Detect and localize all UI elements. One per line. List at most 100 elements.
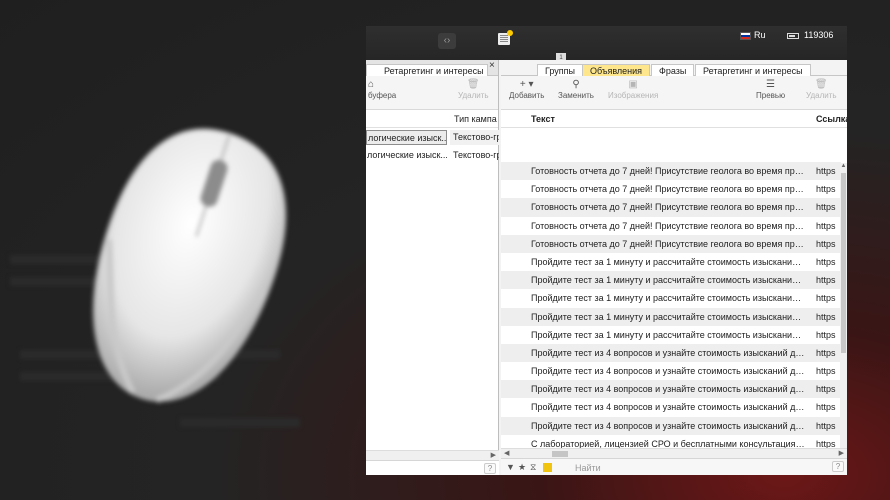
ad-text-cell[interactable]: Готовность отчета до 7 дней! Присутствие…: [531, 235, 806, 253]
table-row[interactable]: Готовность отчета до 7 дней! Присутствие…: [501, 180, 841, 198]
ad-text-cell[interactable]: Пройдите тест за 1 минуту и рассчитайте …: [531, 289, 806, 307]
scroll-right-icon[interactable]: ▶: [839, 449, 844, 457]
blurred-line: [180, 418, 300, 427]
ad-link-cell[interactable]: https: [816, 362, 840, 380]
ad-link-cell[interactable]: https: [816, 344, 840, 362]
right-search-bar: ▼ ★ ⧖ ?: [501, 458, 847, 475]
table-row[interactable]: Пройдите тест за 1 минуту и рассчитайте …: [501, 289, 841, 307]
scroll-left-icon[interactable]: ◀: [504, 449, 509, 457]
ad-text-cell[interactable]: Пройдите тест за 1 минуту и рассчитайте …: [531, 326, 806, 344]
right-pane: Группы Объявления Фразы Ретаргетинг и ин…: [501, 60, 847, 475]
ad-link-cell[interactable]: https: [816, 198, 840, 216]
left-search-bar[interactable]: ?: [366, 460, 499, 475]
table-row[interactable]: Пройдите тест из 4 вопросов и узнайте ст…: [501, 398, 841, 416]
trash-icon: 🗑: [466, 79, 480, 90]
right-toolbar: + ▾ Добавить ⚲ Заменить ▣ Изображения ☰ …: [501, 76, 847, 110]
ad-link-cell[interactable]: https: [816, 253, 840, 271]
ad-link-cell[interactable]: https: [816, 271, 840, 289]
ad-link-cell[interactable]: https: [816, 380, 840, 398]
ad-text-cell[interactable]: Пройдите тест из 4 вопросов и узнайте ст…: [531, 344, 806, 362]
campaign-name-cell[interactable]: логические изыск...: [366, 130, 447, 145]
table-row[interactable]: Пройдите тест за 1 минуту и рассчитайте …: [501, 271, 841, 290]
help-button[interactable]: ?: [832, 461, 844, 472]
notification-dot: [507, 30, 513, 36]
delete-button[interactable]: 🗑 Удалить: [806, 79, 837, 100]
collapse-arrows-icon[interactable]: ‹›: [438, 33, 456, 49]
horizontal-scroll-thumb[interactable]: [552, 451, 568, 457]
ad-link-cell[interactable]: https: [816, 417, 840, 435]
ad-text-cell[interactable]: Готовность отчета до 7 дней! Присутствие…: [531, 217, 806, 235]
ad-link-cell[interactable]: https: [816, 398, 840, 416]
right-tab-bar: Группы Объявления Фразы Ретаргетинг и ин…: [501, 60, 847, 77]
ad-link-cell[interactable]: https: [816, 289, 840, 307]
star-icon[interactable]: ★: [518, 462, 526, 473]
user-id[interactable]: 119306: [804, 30, 833, 40]
ad-link-cell[interactable]: https: [816, 326, 840, 344]
campaign-type-cell[interactable]: Текстово-гр: [450, 148, 499, 163]
column-header-link[interactable]: Ссылка: [816, 114, 847, 124]
russian-flag-icon[interactable]: [740, 32, 751, 40]
ad-text-cell[interactable]: Пройдите тест из 4 вопросов и узнайте ст…: [531, 398, 806, 416]
ad-text-cell[interactable]: Пройдите тест из 4 вопросов и узнайте ст…: [531, 380, 806, 398]
delete-button-left[interactable]: 🗑 Удалить: [458, 79, 489, 100]
ad-link-cell[interactable]: https: [816, 308, 840, 326]
signal-icon[interactable]: ⧖: [530, 462, 536, 473]
scroll-thumb[interactable]: [841, 173, 846, 353]
table-row[interactable]: Пройдите тест из 4 вопросов и узнайте ст…: [501, 416, 841, 435]
scroll-up-icon[interactable]: ▲: [840, 163, 847, 169]
building-icon: ⌂: [368, 79, 375, 90]
table-row[interactable]: логические изыск... Текстово-гр: [366, 128, 499, 146]
search-input[interactable]: [575, 461, 827, 474]
campaign-card-icon[interactable]: [498, 30, 513, 45]
replace-button[interactable]: ⚲ Заменить: [558, 79, 594, 100]
ad-link-cell[interactable]: https: [816, 217, 840, 235]
table-row[interactable]: Готовность отчета до 7 дней! Присутствие…: [501, 234, 841, 253]
images-button[interactable]: ▣ Изображения: [608, 79, 658, 100]
scroll-right-icon[interactable]: ▶: [491, 451, 496, 459]
add-button[interactable]: + ▾ Добавить: [509, 79, 544, 100]
campaign-type-cell[interactable]: Текстово-гр: [450, 130, 499, 145]
column-header-text[interactable]: Текст: [531, 114, 555, 124]
help-button-left[interactable]: ?: [484, 463, 496, 474]
table-row[interactable]: Готовность отчета до 7 дней! Присутствие…: [501, 217, 841, 235]
vertical-scrollbar[interactable]: ▲ ▼: [840, 163, 847, 466]
table-row[interactable]: Пройдите тест за 1 минуту и рассчитайте …: [501, 326, 841, 344]
preview-button[interactable]: ☰ Превью: [756, 79, 785, 100]
close-icon[interactable]: ×: [489, 60, 495, 72]
ad-text-cell[interactable]: Готовность отчета до 7 дней! Присутствие…: [531, 162, 806, 180]
battery-icon: [787, 33, 799, 39]
trash-icon: 🗑: [814, 79, 828, 90]
horizontal-scrollbar[interactable]: ◀ ▶: [501, 448, 847, 458]
campaign-name-cell[interactable]: логические изыск...: [366, 148, 447, 163]
plus-dropdown-icon: + ▾: [519, 79, 534, 90]
table-row[interactable]: Пройдите тест из 4 вопросов и узнайте ст…: [501, 362, 841, 380]
ad-text-cell[interactable]: Готовность отчета до 7 дней! Присутствие…: [531, 180, 806, 198]
table-row[interactable]: Пройдите тест за 1 минуту и рассчитайте …: [501, 307, 841, 326]
ad-text-cell[interactable]: Пройдите тест за 1 минуту и рассчитайте …: [531, 308, 806, 326]
delete-label: Удалить: [806, 91, 837, 100]
ad-text-cell[interactable]: Пройдите тест из 4 вопросов и узнайте ст…: [531, 362, 806, 380]
ad-text-cell[interactable]: Пройдите тест за 1 минуту и рассчитайте …: [531, 253, 806, 271]
table-row[interactable]: Пройдите тест из 4 вопросов и узнайте ст…: [501, 343, 841, 363]
table-row[interactable]: Готовность отчета до 7 дней! Присутствие…: [501, 198, 841, 217]
column-header-type[interactable]: Тип кампа: [454, 114, 497, 124]
ad-text-cell[interactable]: Пройдите тест из 4 вопросов и узнайте ст…: [531, 417, 806, 435]
ad-link-cell[interactable]: https: [816, 180, 840, 198]
left-grid-header: Тип кампа: [366, 110, 498, 128]
ad-link-cell[interactable]: https: [816, 235, 840, 253]
ad-link-cell[interactable]: https: [816, 162, 840, 180]
yellow-tag-icon[interactable]: [543, 463, 552, 472]
filter-icon[interactable]: ▼: [506, 462, 515, 472]
left-horizontal-scrollbar[interactable]: ▶: [366, 450, 499, 460]
image-icon: ▣: [628, 79, 638, 90]
titlebar: ‹› Ru 119306 1: [366, 26, 847, 63]
table-row[interactable]: Пройдите тест за 1 минуту и рассчитайте …: [501, 253, 841, 271]
language-label[interactable]: Ru: [754, 30, 766, 40]
table-row[interactable]: Пройдите тест из 4 вопросов и узнайте ст…: [501, 380, 841, 399]
ad-text-cell[interactable]: Готовность отчета до 7 дней! Присутствие…: [531, 198, 806, 216]
table-row[interactable]: логические изыск... Текстово-гр: [366, 146, 499, 164]
paste-from-buffer-button[interactable]: ⌂ буфера: [368, 79, 396, 100]
ad-text-cell[interactable]: Пройдите тест за 1 минуту и рассчитайте …: [531, 271, 806, 289]
left-toolbar: ⌂ буфера 🗑 Удалить: [366, 76, 498, 110]
table-row[interactable]: Готовность отчета до 7 дней! Присутствие…: [501, 162, 841, 181]
